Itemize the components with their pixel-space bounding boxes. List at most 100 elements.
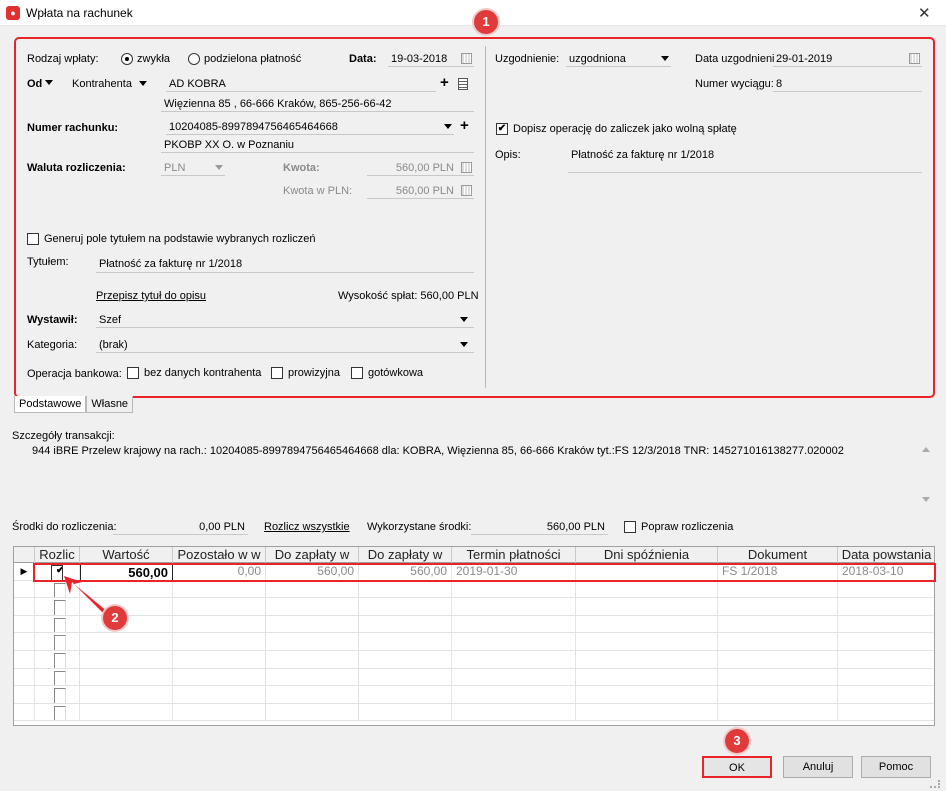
empty-cell[interactable]: [266, 668, 359, 687]
empty-cell[interactable]: [173, 580, 266, 599]
empty-cell[interactable]: [35, 686, 80, 704]
col-document[interactable]: Dokument: [718, 547, 838, 563]
empty-cell[interactable]: [838, 704, 934, 722]
empty-cell[interactable]: [266, 650, 359, 669]
empty-cell[interactable]: [838, 633, 934, 651]
col-due-date[interactable]: Termin płatności: [452, 547, 576, 563]
empty-row[interactable]: [14, 633, 934, 651]
tab-custom[interactable]: Własne: [86, 396, 134, 413]
empty-cell[interactable]: [266, 703, 359, 722]
empty-cell[interactable]: [452, 703, 576, 722]
empty-cell[interactable]: [838, 669, 934, 687]
empty-cell[interactable]: [359, 703, 452, 722]
empty-row-checkbox[interactable]: [54, 635, 66, 650]
empty-cell[interactable]: [718, 650, 838, 669]
resize-grip-icon[interactable]: [930, 780, 940, 788]
empty-cell[interactable]: [80, 650, 173, 669]
empty-cell[interactable]: [576, 703, 718, 722]
empty-row[interactable]: [14, 686, 934, 704]
empty-cell[interactable]: [576, 598, 718, 616]
close-icon[interactable]: ✕: [918, 4, 931, 22]
empty-cell[interactable]: [576, 580, 718, 599]
empty-cell[interactable]: [266, 633, 359, 651]
empty-cell[interactable]: [359, 668, 452, 687]
empty-row[interactable]: [14, 580, 934, 599]
empty-cell[interactable]: [173, 598, 266, 616]
col-to-pay-1[interactable]: Do zapłaty w: [266, 547, 359, 563]
col-value[interactable]: Wartość: [80, 547, 173, 563]
empty-cell[interactable]: [173, 615, 266, 634]
empty-cell[interactable]: [80, 668, 173, 687]
empty-cell[interactable]: [452, 633, 576, 651]
col-remaining[interactable]: Pozostało w w: [173, 547, 266, 563]
empty-cell[interactable]: [173, 633, 266, 651]
empty-cell[interactable]: [576, 668, 718, 687]
col-to-pay-2[interactable]: Do zapłaty w: [359, 547, 452, 563]
empty-cell[interactable]: [266, 580, 359, 599]
empty-cell[interactable]: [359, 686, 452, 704]
tab-basic[interactable]: Podstawowe: [14, 396, 87, 413]
fix-label[interactable]: Popraw rozliczenia: [641, 521, 733, 533]
empty-row-checkbox[interactable]: [54, 652, 66, 668]
empty-cell[interactable]: [838, 651, 934, 669]
empty-cell[interactable]: [838, 616, 934, 634]
empty-cell[interactable]: [452, 668, 576, 687]
empty-cell[interactable]: [718, 668, 838, 687]
empty-cell[interactable]: [173, 668, 266, 687]
empty-row[interactable]: [14, 703, 934, 722]
empty-cell[interactable]: [173, 650, 266, 669]
empty-cell[interactable]: [718, 598, 838, 616]
empty-cell[interactable]: [718, 686, 838, 704]
cancel-button[interactable]: Anuluj: [783, 756, 853, 778]
empty-cell[interactable]: [80, 633, 173, 651]
empty-row-checkbox[interactable]: [54, 688, 66, 703]
col-settle[interactable]: Rozlic: [35, 547, 80, 563]
empty-cell[interactable]: [718, 580, 838, 599]
empty-row[interactable]: [14, 598, 934, 616]
empty-cell[interactable]: [359, 650, 452, 669]
empty-row[interactable]: [14, 668, 934, 687]
empty-row-checkbox[interactable]: [54, 670, 66, 686]
settle-all-link[interactable]: Rozlicz wszystkie: [264, 521, 350, 533]
empty-cell[interactable]: [838, 686, 934, 704]
empty-cell[interactable]: [718, 615, 838, 634]
fix-checkbox[interactable]: [624, 521, 636, 533]
empty-cell[interactable]: [173, 703, 266, 722]
empty-cell[interactable]: [576, 686, 718, 704]
empty-cell[interactable]: [80, 703, 173, 722]
empty-cell[interactable]: [718, 633, 838, 651]
empty-cell[interactable]: [173, 686, 266, 704]
empty-cell[interactable]: [452, 650, 576, 669]
empty-row-checkbox[interactable]: [54, 705, 66, 721]
empty-cell[interactable]: [266, 598, 359, 616]
empty-cell[interactable]: [266, 686, 359, 704]
empty-cell[interactable]: [576, 615, 718, 634]
empty-cell[interactable]: [576, 633, 718, 651]
empty-row[interactable]: [14, 615, 934, 634]
empty-cell[interactable]: [452, 686, 576, 704]
empty-cell[interactable]: [452, 598, 576, 616]
scroll-down-icon[interactable]: [922, 497, 930, 502]
empty-cell[interactable]: [35, 633, 80, 651]
empty-cell[interactable]: [359, 598, 452, 616]
empty-cell[interactable]: [266, 615, 359, 634]
scroll-up-icon[interactable]: [922, 447, 930, 452]
empty-cell[interactable]: [359, 615, 452, 634]
empty-cell[interactable]: [576, 650, 718, 669]
empty-cell[interactable]: [718, 703, 838, 722]
ok-button[interactable]: OK: [702, 756, 772, 778]
empty-row[interactable]: [14, 650, 934, 669]
empty-cell[interactable]: [359, 580, 452, 599]
col-days-late[interactable]: Dni spóźnienia: [576, 547, 718, 563]
empty-cell[interactable]: [838, 581, 934, 599]
empty-cell[interactable]: [452, 580, 576, 599]
empty-cell[interactable]: [35, 668, 80, 687]
help-button[interactable]: Pomoc: [861, 756, 931, 778]
empty-cell[interactable]: [35, 703, 80, 722]
col-created[interactable]: Data powstania: [838, 547, 934, 563]
empty-cell[interactable]: [838, 598, 934, 616]
empty-cell[interactable]: [35, 650, 80, 669]
empty-cell[interactable]: [359, 633, 452, 651]
empty-cell[interactable]: [80, 686, 173, 704]
empty-cell[interactable]: [452, 615, 576, 634]
